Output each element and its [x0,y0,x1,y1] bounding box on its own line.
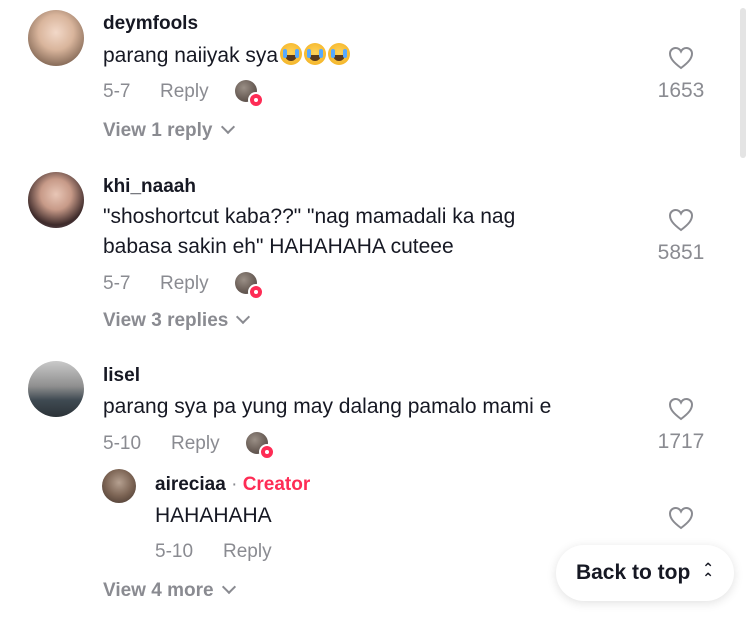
comment-text-content: parang naiiyak sya [103,44,279,67]
view-replies-button[interactable]: View 3 replies [103,309,251,332]
creator-liked-heart-icon [248,92,264,108]
back-to-top-button[interactable]: Back to top ⌃ ⌃ [556,545,734,601]
like-count: 1653 [657,79,705,102]
comment-date: 5-10 [103,433,142,454]
reply-button[interactable]: Reply [223,541,272,563]
heart-icon[interactable] [668,46,694,70]
heart-icon[interactable] [668,397,694,421]
comment-username[interactable]: lisel [103,365,140,387]
chevron-down-icon [221,579,236,595]
reply-username[interactable]: aireciaa [155,474,226,495]
reply-button[interactable]: Reply [160,81,209,103]
view-replies-label: View 1 reply [103,120,213,141]
creator-liked-heart-icon [259,444,275,460]
crying-face-icon [328,43,351,65]
double-chevron-up-icon: ⌃ ⌃ [702,560,715,586]
creator-liked-heart-icon [248,284,264,300]
chevron-down-icon [236,309,251,325]
avatar[interactable] [28,10,84,66]
crying-face-icon [280,43,303,65]
reply-button[interactable]: Reply [171,433,220,455]
creator-badge: Creator [242,474,311,495]
reply-username-row: aireciaa · Creator [155,474,310,496]
reply-date: 5-10 [155,541,194,562]
view-more-label: View 4 more [103,580,214,601]
heart-icon[interactable] [668,208,694,232]
heart-icon[interactable] [668,506,694,530]
chevron-down-icon [220,119,235,135]
reply-text: HAHAHAHA [155,504,272,527]
reply-avatar[interactable] [102,469,136,503]
avatar[interactable] [28,361,84,417]
back-to-top-label: Back to top [575,561,691,584]
comment-text: parang naiiyak sya [103,40,351,71]
view-more-button[interactable]: View 4 more [103,579,236,602]
comment-text-line: "shoshortcut kaba??" "nag mamadali ka na… [103,205,516,228]
comment-username[interactable]: deymfools [103,13,198,35]
comment-username[interactable]: khi_naaah [103,176,196,198]
separator: · [231,474,238,495]
comment-date: 5-7 [103,273,131,294]
view-replies-button[interactable]: View 1 reply [103,119,235,142]
scrollbar[interactable] [740,8,746,158]
like-count: 5851 [657,241,705,264]
like-count: 1717 [657,430,705,453]
reply-button[interactable]: Reply [160,273,209,295]
avatar[interactable] [28,172,84,228]
view-replies-label: View 3 replies [103,310,229,331]
comment-date: 5-7 [103,81,131,102]
comment-text-line: babasa sakin eh" HAHAHAHA cuteee [103,235,454,258]
comment-text: parang sya pa yung may dalang pamalo mam… [103,395,552,418]
crying-face-icon [304,43,327,65]
